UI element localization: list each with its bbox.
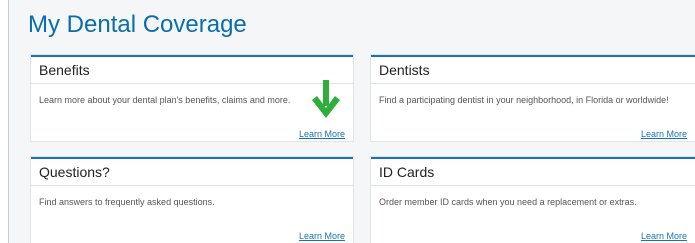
- dentists-learn-more-link[interactable]: Learn More: [641, 129, 687, 139]
- card-description: Learn more about your dental plan's bene…: [39, 95, 291, 105]
- card-title: Benefits: [39, 62, 90, 78]
- questions-learn-more-link[interactable]: Learn More: [299, 231, 345, 241]
- card-header: Dentists: [371, 57, 695, 84]
- dentists-card: Dentists Find a participating dentist in…: [371, 55, 695, 141]
- questions-card: Questions? Find answers to frequently as…: [31, 157, 353, 243]
- card-header: ID Cards: [371, 159, 695, 186]
- card-description: Find a participating dentist in your nei…: [379, 95, 669, 105]
- card-title: Questions?: [39, 164, 110, 180]
- card-header: Questions?: [31, 159, 353, 186]
- id-cards-learn-more-link[interactable]: Learn More: [641, 231, 687, 241]
- arrow-down-icon: [312, 80, 340, 118]
- id-cards-card: ID Cards Order member ID cards when you …: [371, 157, 695, 243]
- page-title: My Dental Coverage: [28, 11, 247, 38]
- benefits-card: Benefits Learn more about your dental pl…: [31, 55, 353, 141]
- card-title: ID Cards: [379, 164, 435, 180]
- card-header: Benefits: [31, 57, 353, 84]
- card-title: Dentists: [379, 62, 430, 78]
- benefits-learn-more-link[interactable]: Learn More: [299, 129, 345, 139]
- card-description: Order member ID cards when you need a re…: [379, 197, 637, 207]
- card-description: Find answers to frequently asked questio…: [39, 197, 215, 207]
